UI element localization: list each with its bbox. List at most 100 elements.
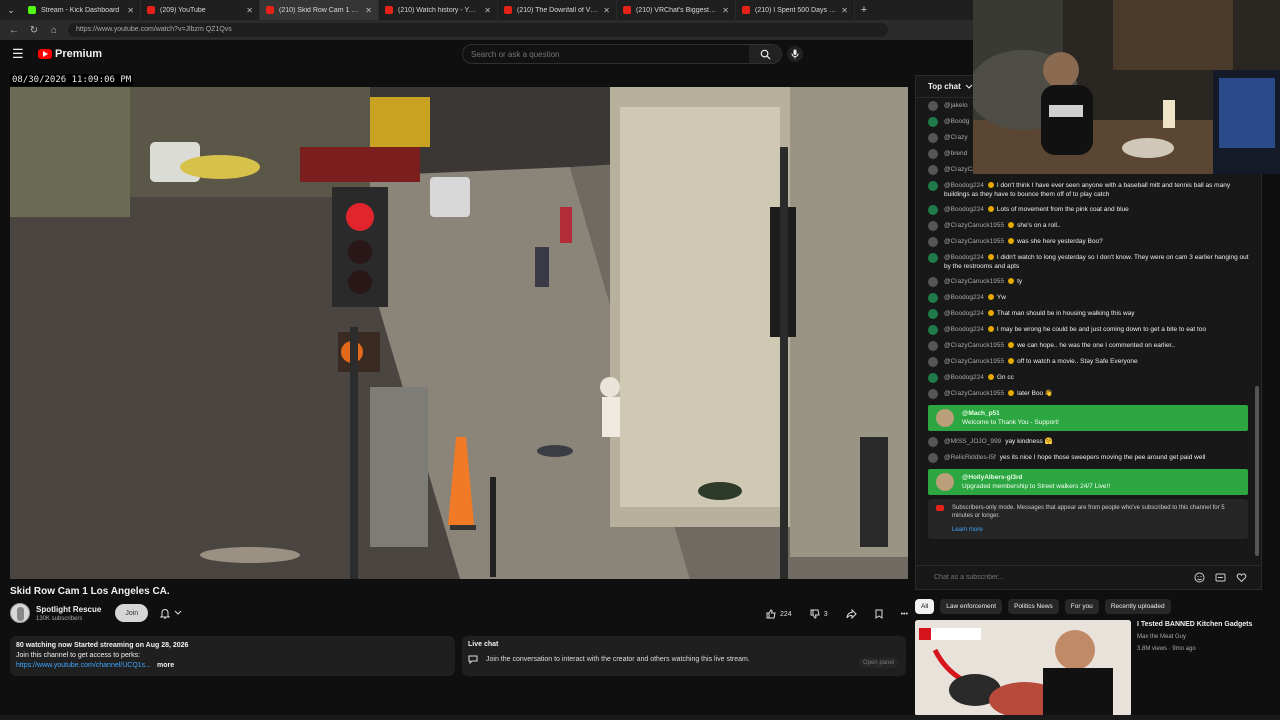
description-box[interactable]: 80 watching now Started streaming on Aug… [10, 636, 455, 676]
filter-chip[interactable]: All [915, 599, 935, 614]
like-button[interactable]: 224 [760, 605, 798, 623]
notice-text: Subscribers-only mode. Messages that app… [952, 505, 1225, 519]
mic-icon [791, 49, 799, 59]
chat-message[interactable]: @Boodog224 That man should be in housing … [928, 306, 1254, 322]
search-button[interactable] [749, 45, 781, 63]
chat-author[interactable]: @brend [944, 150, 967, 157]
heart-icon[interactable] [1236, 572, 1247, 583]
chat-message[interactable]: @CrazyCanuck1955 off to watch a movie.. S… [928, 354, 1254, 370]
chat-avatar [928, 101, 938, 111]
chat-message[interactable]: @Boodog224 Lots of movement from the pink… [928, 202, 1254, 218]
tab-search-icon[interactable]: ⌄ [0, 0, 22, 20]
browser-tab[interactable]: (210) VRChat's Biggest Flaw - YouTube ✕ [617, 0, 736, 20]
voice-search-button[interactable] [787, 46, 803, 62]
member-name[interactable]: @HollyAlbers-gl3rd [962, 473, 1110, 482]
channel-meta: Spotlight Rescue 130K subscribers [36, 605, 101, 622]
chat-author[interactable]: @RelicRiddles-l5f [944, 454, 996, 461]
home-icon[interactable]: ⌂ [48, 25, 60, 36]
chat-author[interactable]: @MISS_JOJO_999 [944, 438, 1001, 445]
chat-message[interactable]: @Boodog224 Gn cc [928, 370, 1254, 386]
browser-tab[interactable]: (210) Skid Row Cam 1 Los Angeles CA. ✕ [260, 0, 379, 20]
bookmark-icon [875, 609, 883, 619]
chat-author[interactable]: @CrazyCanuck1955 [944, 222, 1004, 229]
close-tab-icon[interactable]: ✕ [246, 6, 253, 15]
chat-avatar [928, 181, 938, 191]
dislike-button[interactable]: 3 [804, 605, 834, 623]
chat-author[interactable]: @Boodg [944, 118, 969, 125]
learn-more-link[interactable]: Learn more [952, 526, 1240, 534]
url-field[interactable]: https://www.youtube.com/watch?v=Jlbzm QZ… [68, 23, 888, 37]
channel-link[interactable]: https://www.youtube.com/channel/UCQ1s... [16, 662, 151, 669]
browser-tab[interactable]: (210) The Downfall of VRchat - YouTube ✕ [498, 0, 617, 20]
browser-tab[interactable]: Stream - Kick Dashboard ✕ [22, 0, 141, 20]
new-tab-button[interactable]: + [855, 0, 873, 20]
close-tab-icon[interactable]: ✕ [484, 6, 491, 15]
chat-message[interactable]: @CrazyCanuck1955 later Boo 👋 [928, 386, 1254, 402]
recommended-channel[interactable]: Max the Meat Guy [1137, 633, 1252, 642]
filter-chip[interactable]: For you [1064, 599, 1099, 614]
youtube-logo[interactable]: Premium [38, 48, 102, 60]
recommended-video[interactable]: I Tested BANNED Kitchen Gadgets Max the … [915, 620, 1265, 720]
chat-message[interactable]: @Boodog224 I didn't watch to long yesterd… [928, 250, 1254, 274]
more-link[interactable]: more [157, 662, 174, 669]
emoji-icon[interactable] [1194, 572, 1205, 583]
browser-tab[interactable]: (210) I Spent 500 Days Exposing VRChat ✕ [736, 0, 855, 20]
member-name[interactable]: @Mach_p51 [962, 409, 1059, 418]
close-tab-icon[interactable]: ✕ [722, 6, 729, 15]
chat-author[interactable]: @CrazyCanuck1955 [944, 342, 1004, 349]
browser-tab[interactable]: (210) Watch history - YouTube ✕ [379, 0, 498, 20]
browser-tab[interactable]: (209) YouTube ✕ [141, 0, 260, 20]
chat-message[interactable]: @CrazyCanuck1955 ty [928, 274, 1254, 290]
search-input[interactable] [463, 49, 749, 59]
chat-message[interactable]: @Boodog224 Yw [928, 290, 1254, 306]
filter-chip[interactable]: Politics News [1008, 599, 1059, 614]
chat-author[interactable]: @CrazyCanuck1955 [944, 278, 1004, 285]
join-button[interactable]: Join [115, 604, 149, 622]
save-button[interactable] [869, 605, 889, 623]
menu-icon[interactable]: ☰ [12, 46, 26, 62]
membership-event[interactable]: @HollyAlbers-gl3rd Upgraded membership to… [928, 469, 1248, 495]
chat-author[interactable]: @Crazy [944, 134, 968, 141]
notification-toggle[interactable] [160, 608, 182, 619]
video-player[interactable] [10, 87, 908, 579]
filter-chip[interactable]: Law enforcement [940, 599, 1003, 614]
chat-message[interactable]: @Boodog224 I may be wrong he could be and… [928, 322, 1254, 338]
close-tab-icon[interactable]: ✕ [841, 6, 848, 15]
chat-message[interactable]: @CrazyCanuck1955 we can hope.. he was the… [928, 338, 1254, 354]
more-actions-button[interactable]: ••• [895, 605, 914, 623]
membership-event[interactable]: @Mach_p51 Welcome to Thank You - Support! [928, 405, 1248, 431]
chat-author[interactable]: @jakelo [944, 102, 968, 109]
chat-author[interactable]: @CrazyCanuck1955 [944, 358, 1004, 365]
chat-message-body: @RelicRiddles-l5f yes its nice I hope tho… [944, 453, 1254, 463]
chat-author[interactable]: @CrazyCanuck1955 [944, 238, 1004, 245]
chat-author[interactable]: @Boodog224 [944, 310, 984, 317]
recommended-thumbnail[interactable] [915, 620, 1131, 716]
share-button[interactable] [840, 605, 863, 623]
chat-message[interactable]: @CrazyCanuck1955 she's on a roll.. [928, 218, 1254, 234]
close-tab-icon[interactable]: ✕ [127, 6, 134, 15]
close-tab-icon[interactable]: ✕ [365, 6, 372, 15]
open-panel-button[interactable]: Open panel [858, 658, 898, 668]
super-chat-icon[interactable] [1215, 572, 1226, 583]
channel-name[interactable]: Spotlight Rescue [36, 605, 101, 614]
channel-avatar[interactable] [10, 603, 30, 623]
recommended-title[interactable]: I Tested BANNED Kitchen Gadgets [1137, 620, 1252, 630]
chat-message[interactable]: @CrazyCanuck1955 was she here yesterday B… [928, 234, 1254, 250]
chat-message[interactable]: @MISS_JOJO_999 yay kindness 🤗 [928, 434, 1254, 450]
chat-message[interactable]: @Boodog224 I don't think I have ever seen… [928, 178, 1254, 202]
chat-author[interactable]: @Boodog224 [944, 254, 984, 261]
back-icon[interactable]: ← [8, 25, 20, 36]
filter-chip[interactable]: Recently uploaded [1104, 599, 1171, 614]
chat-input[interactable] [934, 574, 1194, 581]
chat-scrollbar[interactable] [1255, 386, 1259, 556]
channel-row: Spotlight Rescue 130K subscribers Join [10, 603, 182, 623]
chat-author[interactable]: @CrazyCanuck1955 [944, 390, 1004, 397]
chat-message[interactable]: @RelicRiddles-l5f yes its nice I hope tho… [928, 450, 1254, 466]
chat-author[interactable]: @Boodog224 [944, 182, 984, 189]
close-tab-icon[interactable]: ✕ [603, 6, 610, 15]
reload-icon[interactable]: ↻ [28, 25, 40, 36]
chat-author[interactable]: @Boodog224 [944, 294, 984, 301]
chat-author[interactable]: @Boodog224 [944, 374, 984, 381]
chat-author[interactable]: @Boodog224 [944, 206, 984, 213]
chat-author[interactable]: @Boodog224 [944, 326, 984, 333]
